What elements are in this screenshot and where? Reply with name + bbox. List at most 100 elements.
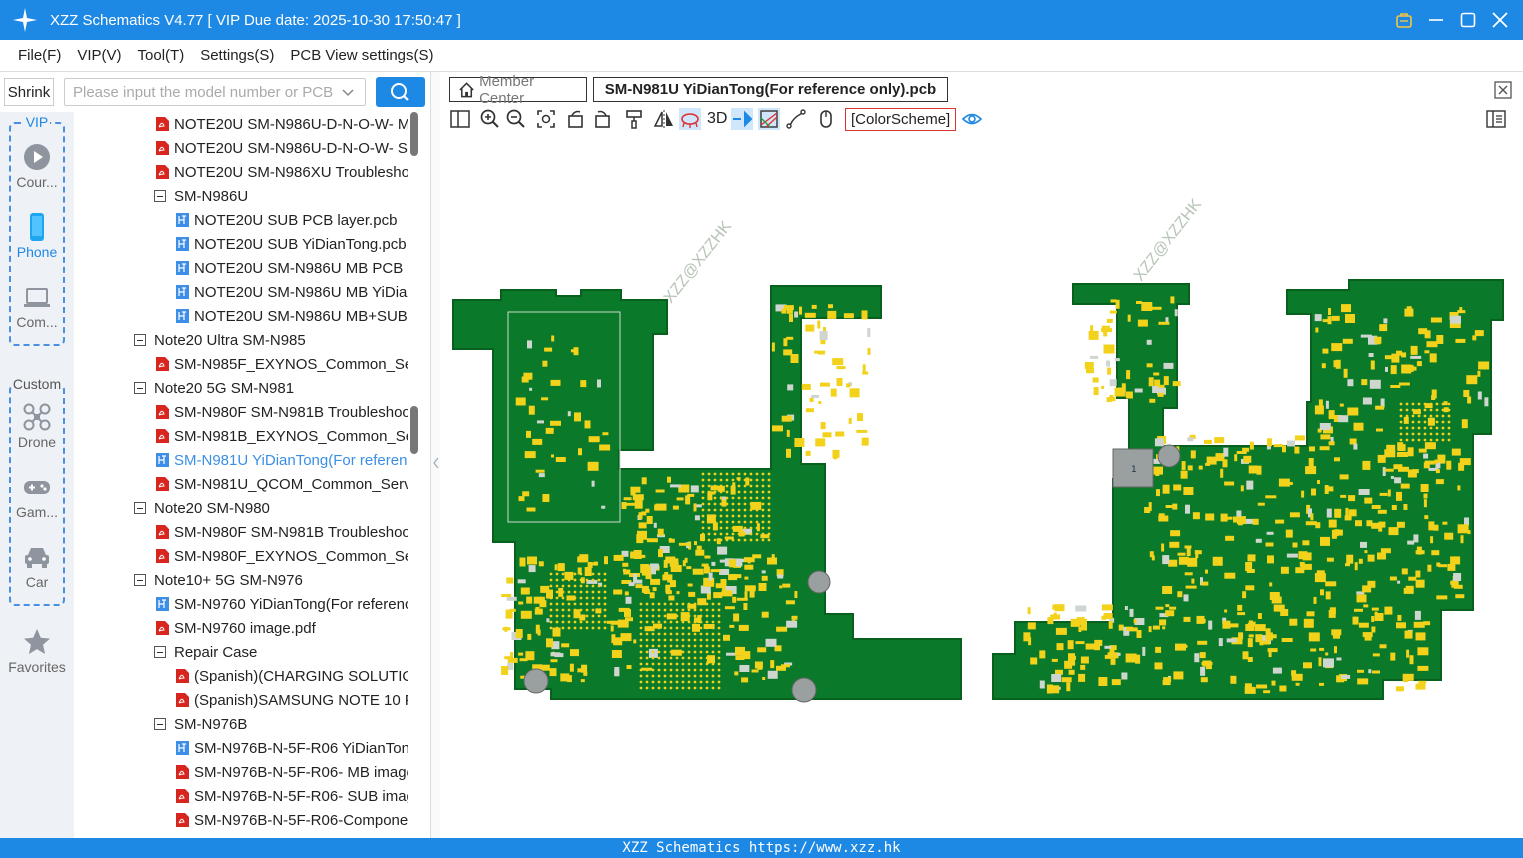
tab-member-center[interactable]: Member Center (449, 73, 587, 107)
tree-file[interactable]: SM-N981U YiDianTong(For reference only) (156, 448, 408, 472)
tree-folder[interactable]: SM-N976B (154, 712, 408, 736)
bga-ball (663, 656, 667, 660)
menu-vip[interactable]: VIP(V) (77, 47, 121, 64)
split-view-icon[interactable] (449, 108, 471, 130)
component-pad (1222, 620, 1231, 629)
side-panel-icon[interactable] (1485, 108, 1507, 130)
component-pad (1395, 686, 1404, 692)
tree-file[interactable]: NOTE20U SM-N986U MB+SUB YiDianTong (176, 304, 408, 328)
tree-file[interactable]: SM-N980F_EXYNOS_Common_Service (156, 544, 408, 568)
format-brush-icon[interactable] (623, 108, 645, 130)
collapse-toggle-icon[interactable] (134, 334, 146, 346)
tree-file[interactable]: SM-N976B-N-5F-R06- MB image (176, 760, 408, 784)
eye-icon[interactable] (961, 108, 983, 130)
close-button[interactable] (1491, 11, 1509, 29)
tree-file[interactable]: NOTE20U SUB PCB layer.pcb (176, 208, 408, 232)
component-pad (1336, 657, 1342, 661)
tree-scrollbar-thumb[interactable] (410, 406, 418, 454)
tree-file[interactable]: SM-N976B-N-5F-R06-Component (176, 808, 408, 832)
tree-folder[interactable]: Note20 SM-N980 (134, 496, 408, 520)
search-button[interactable] (376, 77, 425, 107)
tree-folder[interactable]: Note10+ 5G SM-N976 (134, 568, 408, 592)
color-scheme-button[interactable]: [ColorScheme] (845, 108, 957, 131)
tree-scrollbar[interactable] (408, 112, 418, 838)
sidebar-item-computer[interactable]: Com... (0, 282, 74, 330)
bga-ball (737, 526, 741, 530)
measure-icon[interactable] (785, 108, 807, 130)
tree-folder[interactable]: Repair Case (154, 640, 408, 664)
collapse-toggle-icon[interactable] (154, 718, 166, 730)
tree-file[interactable]: NOTE20U SM-N986U MB PCB layer (176, 256, 408, 280)
close-all-tabs-icon[interactable] (1493, 80, 1513, 100)
menu-settings[interactable]: Settings(S) (200, 47, 274, 64)
pcb-canvas[interactable]: 1 XZZ@XZZHK XZZ@XZZHK (441, 134, 1523, 838)
component-pad (1163, 362, 1174, 369)
tree-file[interactable]: SM-N976B-N-5F-R06 YiDianTong (176, 736, 408, 760)
fit-view-icon[interactable] (535, 108, 557, 130)
tree-file[interactable]: SM-N9760 YiDianTong(For reference only) (156, 592, 408, 616)
menu-tool[interactable]: Tool(T) (138, 47, 185, 64)
menu-file[interactable]: File(F) (18, 47, 61, 64)
shrink-button[interactable]: Shrink (4, 78, 54, 106)
tree-file[interactable]: NOTE20U SUB YiDianTong.pcb (176, 232, 408, 256)
zoom-in-icon[interactable] (479, 108, 501, 130)
sidebar-item-games[interactable]: Gam... (0, 472, 74, 520)
tree-folder[interactable]: SM-N986U (154, 184, 408, 208)
tree-file[interactable]: SM-N976B-N-5F-R06- SUB image (176, 784, 408, 808)
bga-ball (555, 596, 559, 600)
menu-pcb-view-settings[interactable]: PCB View settings(S) (290, 47, 433, 64)
tree-file[interactable]: NOTE20U SM-N986XU Troubleshooting (156, 160, 408, 184)
bga-ball (749, 514, 753, 518)
collapse-toggle-icon[interactable] (154, 190, 166, 202)
bga-ball (761, 514, 765, 518)
tree-file[interactable]: SM-N981U_QCOM_Common_Service (156, 472, 408, 496)
component-pad (1305, 466, 1317, 475)
mirror-icon[interactable] (653, 108, 675, 130)
mouse-mode-icon[interactable] (815, 108, 837, 130)
vip-bag-icon[interactable] (1395, 11, 1413, 29)
tree-file[interactable]: (Spanish)(CHARGING SOLUTION (176, 664, 408, 688)
tree-file[interactable]: SM-N981B_EXYNOS_Common_Service (156, 424, 408, 448)
tree-file[interactable]: (Spanish)SAMSUNG NOTE 10 PLUS (176, 688, 408, 712)
sidebar-item-courses[interactable]: Cour... (0, 142, 74, 190)
rotate-right-icon[interactable] (591, 108, 613, 130)
collapse-arrow-icon[interactable] (431, 72, 441, 838)
component-pad (1346, 554, 1354, 564)
sidebar-item-phone[interactable]: Phone (0, 212, 74, 260)
tree-folder[interactable]: Note20 Ultra SM-N985 (134, 328, 408, 352)
sidebar-item-drone[interactable]: Drone (0, 402, 74, 450)
search-icon (391, 83, 409, 101)
tree-file[interactable]: SM-N980F SM-N981B Troubleshooting (156, 520, 408, 544)
collapse-toggle-icon[interactable] (134, 574, 146, 586)
tree-file[interactable]: NOTE20U SM-N986U-D-N-O-W- SUB (156, 136, 408, 160)
tree-file[interactable]: SM-N985F_EXYNOS_Common_Service (156, 352, 408, 376)
component-pad (1134, 388, 1143, 393)
3d-view-button[interactable]: 3D (707, 110, 727, 128)
panel-splitter[interactable] (430, 72, 440, 838)
collapse-toggle-icon[interactable] (134, 502, 146, 514)
sidebar-item-favorites[interactable]: Favorites (0, 627, 74, 675)
rotate-left-icon[interactable] (565, 108, 587, 130)
highlight-net-icon[interactable] (731, 108, 753, 130)
zoom-out-icon[interactable] (505, 108, 527, 130)
component-pad (1107, 367, 1112, 375)
maximize-button[interactable] (1459, 11, 1477, 29)
tree-scrollbar-thumb-top[interactable] (410, 112, 418, 156)
component-pad (1368, 669, 1372, 674)
component-pad (1453, 584, 1463, 589)
collapse-toggle-icon[interactable] (134, 382, 146, 394)
pcb-drawing[interactable]: 1 XZZ@XZZHK XZZ@XZZHK (441, 134, 1523, 838)
tree-file[interactable]: NOTE20U SM-N986U MB YiDianTong (176, 280, 408, 304)
net-view-icon[interactable] (758, 108, 780, 130)
tree-folder[interactable]: Note20 5G SM-N981 (134, 376, 408, 400)
layer-toggle-icon[interactable] (679, 108, 701, 130)
minimize-button[interactable] (1427, 11, 1445, 29)
tree-file[interactable]: NOTE20U SM-N986U-D-N-O-W- MB (156, 112, 408, 136)
sidebar-item-car[interactable]: Car (0, 542, 74, 590)
search-input[interactable]: Please input the model number or PCB (64, 78, 366, 106)
tab-active-file[interactable]: SM-N981U YiDianTong(For reference only).… (593, 77, 948, 102)
tree-file[interactable]: SM-N9760 image.pdf (156, 616, 408, 640)
collapse-toggle-icon[interactable] (154, 646, 166, 658)
tree-file[interactable]: SM-N980F SM-N981B Troubleshooting (156, 400, 408, 424)
chevron-down-icon[interactable] (341, 86, 355, 100)
